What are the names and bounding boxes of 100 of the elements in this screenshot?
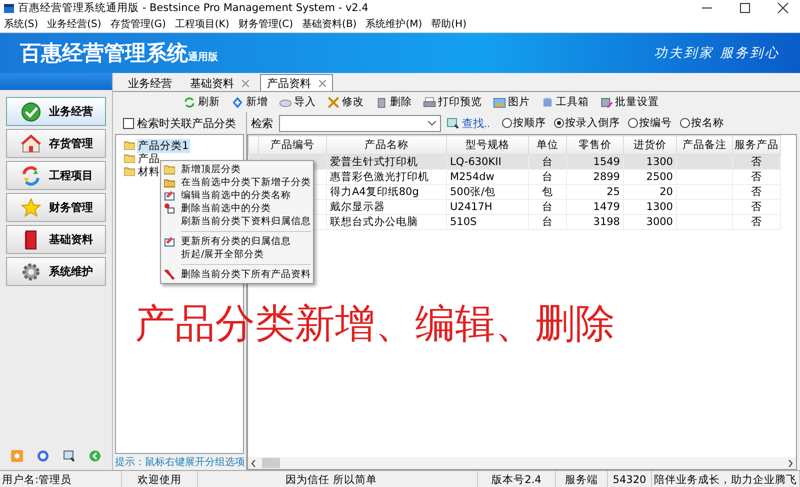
column-header[interactable]: 进货价 xyxy=(624,136,676,154)
image-icon xyxy=(493,96,506,108)
sidebar-button[interactable]: 业务经营 xyxy=(6,97,106,126)
back-icon[interactable] xyxy=(89,450,101,462)
status-text: 陪伴业务成长，助力企业腾飞 xyxy=(652,471,800,487)
cross-tools-icon xyxy=(327,96,340,108)
find-button[interactable]: 查找.. xyxy=(447,116,490,130)
sort-radio[interactable]: 按编号 xyxy=(628,116,672,130)
table-cell: 25 xyxy=(566,184,624,200)
house-icon xyxy=(21,134,41,154)
hint-text: 提示：鼠标右键展开分组选项 xyxy=(114,456,246,470)
status-text: 用户名:管理员 xyxy=(0,471,122,487)
search-icon[interactable] xyxy=(63,450,75,462)
menu-item[interactable]: 系统(S) xyxy=(4,17,38,31)
table-cell: 510S xyxy=(446,214,528,230)
column-header[interactable]: 零售价 xyxy=(566,136,624,154)
status-text: 因为信任 所以简单 xyxy=(198,471,478,487)
gear-icon xyxy=(21,262,41,282)
column-header[interactable]: 单位 xyxy=(528,136,566,154)
tab[interactable]: 业务经营 xyxy=(121,74,179,91)
menu-item[interactable]: 删除当前分类下所有产品资料 xyxy=(161,268,313,281)
table-cell: M254dw xyxy=(446,170,528,184)
printer-icon xyxy=(423,96,436,108)
brand-title: 百惠经营管理系统通用版 xyxy=(20,40,218,67)
table-cell: 2899 xyxy=(566,170,624,184)
menu-item[interactable]: 基础资料(B) xyxy=(302,17,357,31)
tree-node[interactable]: 产品 xyxy=(137,152,161,166)
table-cell: 戴尔显示器 xyxy=(326,200,446,214)
tab[interactable]: 产品资料 xyxy=(260,74,333,91)
add-icon xyxy=(231,96,244,108)
menu-item[interactable]: 更新所有分类的归属信息 xyxy=(161,235,313,248)
menu-item[interactable]: 编辑当前选中的分类名称 xyxy=(161,189,313,202)
folder-icon xyxy=(124,167,135,176)
sort-radio[interactable]: 按录入倒序 xyxy=(554,116,620,130)
table-cell: 得力A4复印纸80g xyxy=(326,184,446,200)
column-header[interactable]: 服务产品 xyxy=(732,136,780,154)
toolbar-button[interactable]: 工具箱 xyxy=(541,95,589,109)
column-header[interactable]: 型号规格 xyxy=(446,136,528,154)
cylinder-icon xyxy=(541,96,554,108)
sidebar-button[interactable]: 财务管理 xyxy=(6,193,106,222)
table-cell: 3198 xyxy=(566,214,624,230)
menu-item[interactable]: 工程项目(K) xyxy=(174,17,230,31)
column-header[interactable]: 产品名称 xyxy=(326,136,446,154)
toolbar-button[interactable]: 新增 xyxy=(231,95,268,109)
table-cell: 否 xyxy=(732,184,780,200)
folder-icon xyxy=(124,141,135,150)
app-icon xyxy=(4,4,14,12)
tab[interactable]: 基础资料 xyxy=(183,74,256,91)
tree-node[interactable]: 材料 xyxy=(137,164,161,178)
menu-item[interactable]: 系统维护(M) xyxy=(366,17,422,31)
sort-radio[interactable]: 按名称 xyxy=(680,116,724,130)
menu-item[interactable]: 存货管理(G) xyxy=(110,17,166,31)
status-text: 54320 xyxy=(608,471,652,487)
toolbar-button[interactable]: 刷新 xyxy=(183,95,220,109)
toolbar-button[interactable]: 导入 xyxy=(279,95,316,109)
menu-item[interactable]: 折起/展开全部分类 xyxy=(161,248,313,261)
sidebar-button[interactable]: 系统维护 xyxy=(6,257,106,286)
scrollbar[interactable] xyxy=(248,457,796,469)
menu-item[interactable]: 刷新当前分类下资料归属信息 xyxy=(161,215,313,228)
refresh-icon xyxy=(183,96,196,108)
maximize-icon[interactable] xyxy=(739,2,751,14)
bin-icon xyxy=(375,96,388,108)
close-icon[interactable] xyxy=(777,2,789,14)
caption-text: 产品分类新增、编辑、删除 xyxy=(135,300,615,349)
compass-icon[interactable] xyxy=(37,450,49,462)
sort-radio[interactable]: 按顺序 xyxy=(502,116,546,130)
column-header[interactable]: 产品备注 xyxy=(676,136,732,154)
table-cell: LQ-630KII xyxy=(446,154,528,170)
menu-item[interactable]: 帮助(H) xyxy=(431,17,466,31)
table-cell: U2417H xyxy=(446,200,528,214)
sidebar-button[interactable]: 工程项目 xyxy=(6,161,106,190)
scroll-thumb[interactable] xyxy=(262,458,280,468)
table-cell: 1549 xyxy=(566,154,624,170)
menu-item[interactable]: 新增顶层分类 xyxy=(161,163,313,176)
table-cell: 500张/包 xyxy=(446,184,528,200)
sidebar-button[interactable]: 基础资料 xyxy=(6,225,106,254)
toolbar-button[interactable]: 批量设置 xyxy=(600,95,659,109)
table-cell: 台 xyxy=(528,200,566,214)
star-icon xyxy=(21,198,41,218)
checkbox[interactable] xyxy=(123,118,134,128)
tree-node[interactable]: 产品分类1 xyxy=(137,138,190,152)
toolbar-button[interactable]: 打印预览 xyxy=(423,95,482,109)
edit-icon xyxy=(164,190,175,201)
column-header[interactable]: 产品编号 xyxy=(258,136,326,154)
sidebar-button[interactable]: 存货管理 xyxy=(6,129,106,158)
table-cell: 3000 xyxy=(624,214,676,230)
menu-item[interactable]: 在当前选中分类下新增子分类 xyxy=(161,176,313,189)
window-title: 百惠经营管理系统通用版 - Bestsince Pro Management System - v2.4 xyxy=(18,1,370,15)
toolbar-button[interactable]: 删除 xyxy=(375,95,412,109)
search-field[interactable] xyxy=(279,114,441,132)
menu-item[interactable]: 业务经营(S) xyxy=(47,17,102,31)
menu-item[interactable]: 财务管理(C) xyxy=(238,17,294,31)
table-cell: 1300 xyxy=(624,154,676,170)
toolbar-button[interactable]: 修改 xyxy=(327,95,364,109)
toolbar-button[interactable]: 图片 xyxy=(493,95,530,109)
checkbox-label: 检索时关联产品分类 xyxy=(137,116,236,130)
status-text: 版本号2.4 xyxy=(478,471,556,487)
search-label: 检索 xyxy=(251,116,273,130)
check-icon xyxy=(21,102,41,122)
menu-item[interactable]: 删除当前选中的分类 xyxy=(161,202,313,215)
